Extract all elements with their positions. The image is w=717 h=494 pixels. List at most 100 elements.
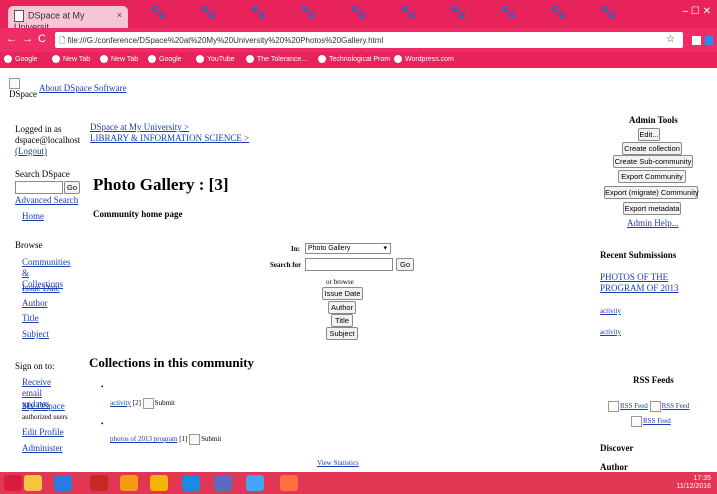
google-icon xyxy=(4,55,12,63)
bookmark-item[interactable]: The Tolerance... xyxy=(246,55,307,63)
page-icon xyxy=(318,55,326,63)
pdf-reader-icon[interactable] xyxy=(90,475,108,491)
paw-pattern-icon: 🐾 xyxy=(200,4,217,19)
youtube-icon xyxy=(196,55,204,63)
bullet: • xyxy=(101,420,104,428)
export-community-button[interactable]: Export Community xyxy=(618,170,686,183)
search-for-label: Search for xyxy=(270,261,302,269)
edit-button[interactable]: Edit... xyxy=(638,128,660,141)
rss-feed-link[interactable]: RSS Feed xyxy=(631,416,671,427)
skype-icon[interactable] xyxy=(182,475,200,491)
bookmark-item[interactable]: YouTube xyxy=(196,55,235,63)
tab-close-icon[interactable]: × xyxy=(117,10,122,20)
bookmark-item[interactable]: Technological Prom xyxy=(318,55,390,63)
view-statistics-link[interactable]: View Statistics xyxy=(317,459,359,467)
new-tab-icon xyxy=(52,55,60,63)
reload-icon[interactable]: C xyxy=(38,33,46,45)
collection-link[interactable]: photos of 2013 program xyxy=(110,435,177,443)
paw-pattern-icon: 🐾 xyxy=(450,4,467,19)
collection-link[interactable]: activity xyxy=(110,399,131,407)
new-tab-icon xyxy=(100,55,108,63)
start-button[interactable] xyxy=(4,475,22,491)
paw-pattern-icon: 🐾 xyxy=(400,4,417,19)
browse-subject-button[interactable]: Subject xyxy=(326,327,358,340)
advanced-search-link[interactable]: Advanced Search xyxy=(15,195,78,206)
paw-pattern-icon: 🐾 xyxy=(550,4,567,19)
paw-pattern-icon: 🐾 xyxy=(600,4,617,19)
logged-in-text: Logged in as dspace@localhost xyxy=(15,124,81,145)
page-title: Photo Gallery : [3] xyxy=(93,175,229,194)
app-icon[interactable] xyxy=(246,475,264,491)
app-icon[interactable] xyxy=(214,475,232,491)
administer-link[interactable]: Administer xyxy=(22,443,63,454)
back-arrow-icon[interactable]: ← xyxy=(6,33,17,45)
browser-tab[interactable]: DSpace at My Universit × xyxy=(8,6,128,32)
recent-item-link[interactable]: activity xyxy=(600,328,621,336)
logo-alt-text: DSpace xyxy=(9,89,37,100)
create-sub-community-button[interactable]: Create Sub-community xyxy=(613,155,693,168)
submit-link[interactable]: Submit xyxy=(201,435,221,443)
create-collection-button[interactable]: Create collection xyxy=(622,142,682,155)
recent-item-link[interactable]: activity xyxy=(600,307,621,315)
edit-profile-link[interactable]: Edit Profile xyxy=(22,427,64,438)
main-search-go-button[interactable]: Go xyxy=(396,258,414,271)
browse-issue-date-button[interactable]: Issue Date xyxy=(322,287,363,300)
address-bar[interactable]: 🗋 file:///G:/conference/DSpace%20at%20My… xyxy=(55,32,683,48)
browse-author-button[interactable]: Author xyxy=(328,301,356,314)
bookmark-star-icon[interactable]: ☆ xyxy=(666,34,675,45)
my-dspace-link[interactable]: My DSpace xyxy=(22,401,65,412)
rss-feed-link[interactable]: RSS Feed xyxy=(649,401,689,412)
browse-subject-link[interactable]: Subject xyxy=(22,329,49,340)
scope-select[interactable]: Photo Gallery ▾ xyxy=(305,243,391,254)
system-tray-clock[interactable]: 17:35 11/12/2016 xyxy=(676,475,711,491)
rss-feed-link[interactable]: RSS Feed xyxy=(608,401,648,412)
export-migrate-button[interactable]: Export (migrate) Community xyxy=(604,186,699,199)
admin-help-link[interactable]: Admin Help... xyxy=(627,218,679,229)
recent-item-link[interactable]: PHOTOS OF THE PROGRAM OF 2013 xyxy=(600,272,685,294)
admin-tools-heading: Admin Tools xyxy=(629,115,678,125)
dspace-logo[interactable]: DSpace xyxy=(9,78,37,100)
url-text: file:///G:/conference/DSpace%20at%20My%2… xyxy=(67,36,384,45)
sign-on-label: Sign on to: xyxy=(15,361,55,371)
browse-title-button[interactable]: Title xyxy=(331,314,353,327)
page-favicon-icon xyxy=(14,10,24,22)
main-search-input[interactable] xyxy=(305,258,393,271)
window-controls[interactable]: ‒ ☐ ✕ xyxy=(683,6,711,17)
browse-title-link[interactable]: Title xyxy=(22,313,39,324)
breadcrumb-dspace-link[interactable]: DSpace at My University > xyxy=(90,122,189,133)
chrome-active-icon[interactable] xyxy=(280,475,298,491)
rss-feeds-heading: RSS Feeds xyxy=(633,375,674,385)
extension-icon[interactable] xyxy=(692,36,701,45)
internet-explorer-icon[interactable] xyxy=(54,475,72,491)
community-home-heading: Community home page xyxy=(93,209,183,219)
in-label: In: xyxy=(291,245,300,253)
about-dspace-link[interactable]: About DSpace Software xyxy=(39,83,126,94)
home-link[interactable]: Home xyxy=(22,211,44,222)
bookmark-item[interactable]: Wordpress.com xyxy=(394,55,454,63)
collection-row: photos of 2013 program [1] Submit xyxy=(110,434,222,445)
breadcrumb-lis-link[interactable]: LIBRARY & INFORMATION SCIENCE > xyxy=(90,133,249,144)
bookmark-item[interactable]: Google xyxy=(4,55,38,63)
submit-link[interactable]: Submit xyxy=(155,399,175,407)
search-input[interactable] xyxy=(15,181,63,194)
bookmark-item[interactable]: Google xyxy=(148,55,182,63)
search-go-button[interactable]: Go xyxy=(64,181,80,194)
file-explorer-icon[interactable] xyxy=(24,475,42,491)
export-metadata-button[interactable]: Export metadata xyxy=(623,202,681,215)
authorized-users-text: authorized users xyxy=(22,413,68,421)
logout-link[interactable]: (Logout) xyxy=(15,146,47,157)
paw-pattern-icon: 🐾 xyxy=(250,4,267,19)
chrome-icon[interactable] xyxy=(150,475,168,491)
page-icon: 🗋 xyxy=(59,36,68,45)
menu-icon[interactable] xyxy=(705,36,713,45)
browse-author-link[interactable]: Author xyxy=(22,298,48,309)
bookmark-item[interactable]: New Tab xyxy=(100,55,138,63)
browse-issue-date-link[interactable]: Issue Date xyxy=(22,283,60,294)
paw-pattern-icon: 🐾 xyxy=(300,4,317,19)
forward-arrow-icon[interactable]: → xyxy=(22,33,33,45)
bookmark-item[interactable]: New Tab xyxy=(52,55,90,63)
recent-submissions-heading: Recent Submissions xyxy=(600,250,677,260)
search-dspace-label: Search DSpace xyxy=(15,169,70,179)
broken-image-icon xyxy=(631,416,642,427)
media-player-icon[interactable] xyxy=(120,475,138,491)
